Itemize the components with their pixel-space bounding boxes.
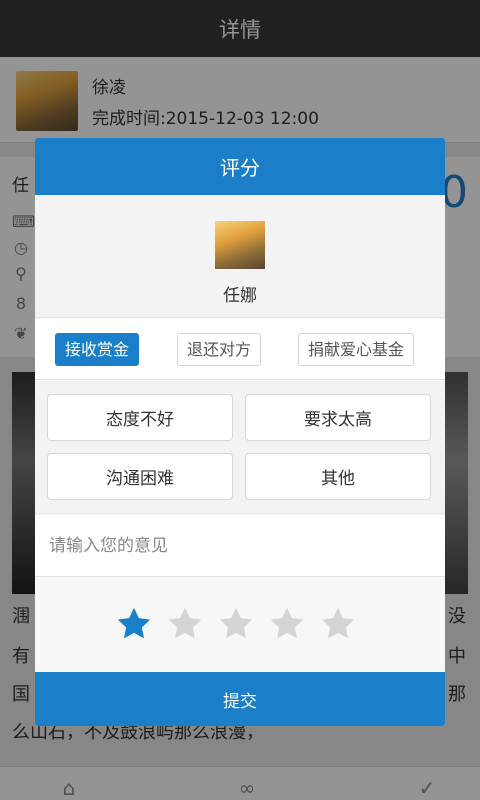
rated-user-name: 任娜 <box>223 286 257 306</box>
reason-grid: 态度不好 要求太高 沟通困难 其他 <box>35 381 445 514</box>
submit-button[interactable]: 提交 <box>35 672 445 726</box>
dialog-title: 评分 <box>220 156 260 180</box>
rating-dialog: 评分 任娜 接收赏金 退还对方 捐献爱心基金 态度不好 要求太高 沟通困难 其他… <box>35 138 445 726</box>
reason-button-too-demanding[interactable]: 要求太高 <box>245 394 431 441</box>
star-icon[interactable] <box>217 605 255 643</box>
star-icon[interactable] <box>268 605 306 643</box>
reason-button-bad-attitude[interactable]: 态度不好 <box>47 394 233 441</box>
star-icon[interactable] <box>166 605 204 643</box>
opinion-section <box>35 515 445 577</box>
avatar <box>215 221 265 269</box>
reward-option-accept[interactable]: 接收赏金 <box>55 333 140 366</box>
star-icon[interactable] <box>319 605 357 643</box>
star-icon[interactable] <box>115 605 153 643</box>
submit-label: 提交 <box>223 691 257 712</box>
opinion-input[interactable] <box>35 515 445 577</box>
reason-button-other[interactable]: 其他 <box>245 453 431 500</box>
reward-option-return[interactable]: 退还对方 <box>177 333 262 366</box>
rated-user: 任娜 <box>35 195 445 318</box>
reward-options: 接收赏金 退还对方 捐献爱心基金 <box>35 319 445 380</box>
dialog-header: 评分 <box>35 138 445 195</box>
reward-option-donate[interactable]: 捐献爱心基金 <box>298 333 415 366</box>
star-rating <box>35 578 445 672</box>
reason-button-communication[interactable]: 沟通困难 <box>47 453 233 500</box>
